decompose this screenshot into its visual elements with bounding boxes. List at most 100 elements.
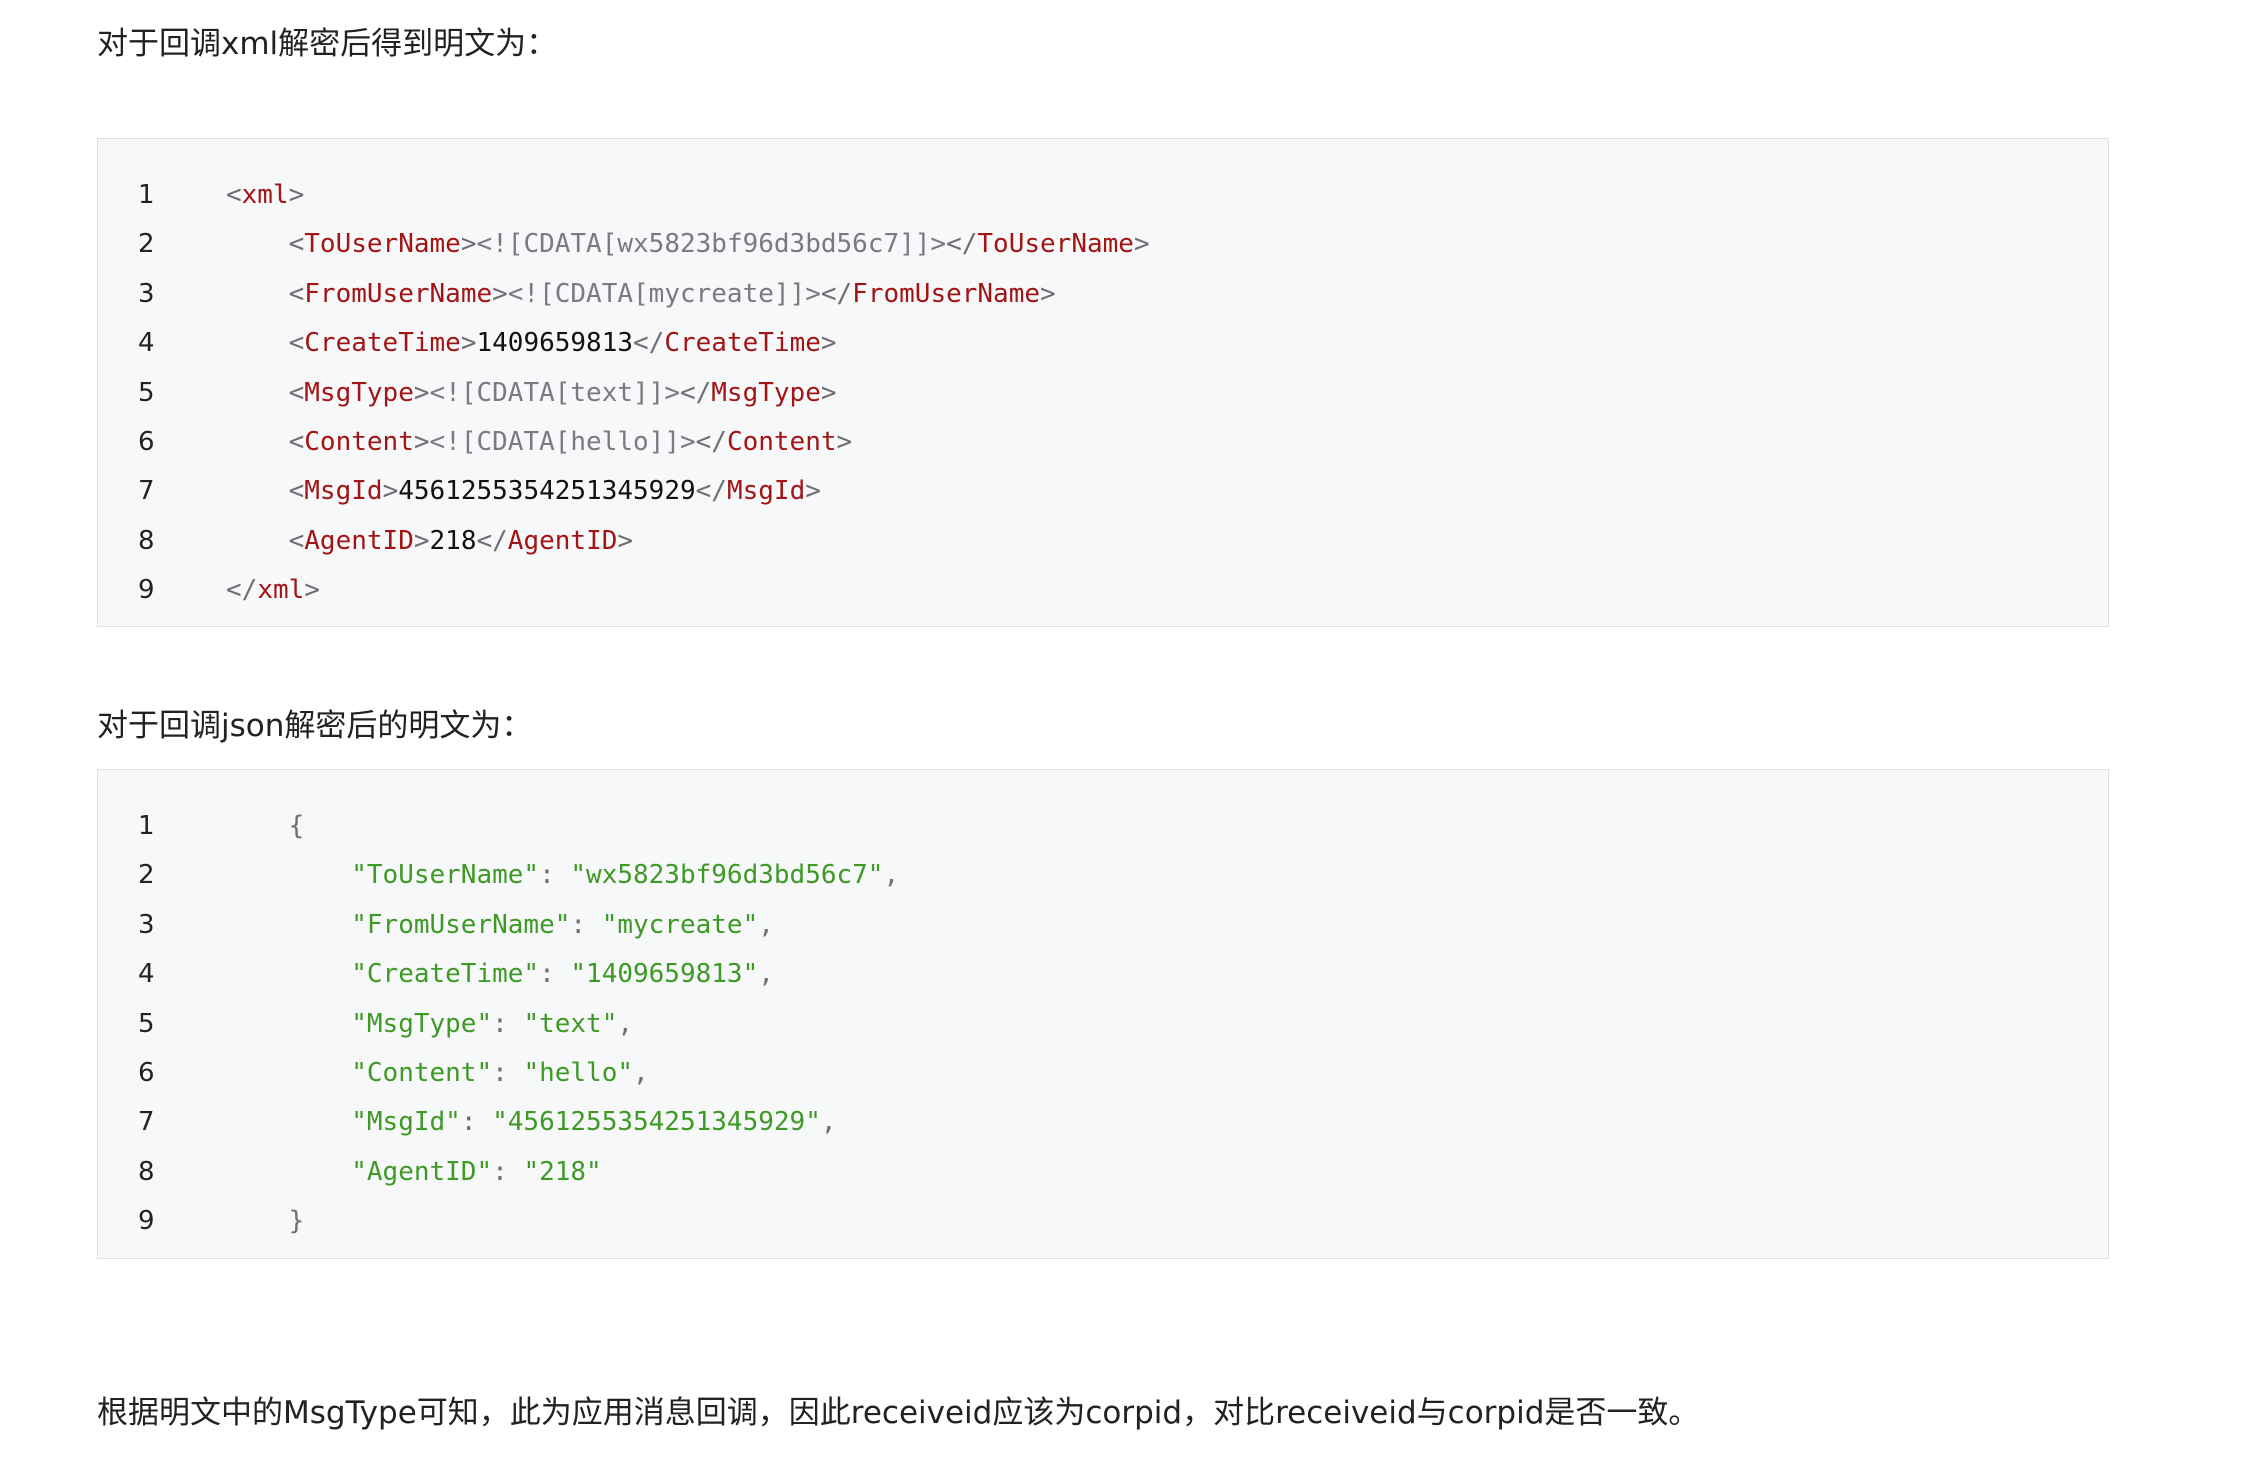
code-token: < — [288, 377, 305, 408]
code-token: > — [413, 426, 430, 457]
line-number: 1 — [138, 180, 155, 210]
code-token: : — [492, 1008, 524, 1039]
code-token: , — [758, 909, 774, 940]
code-token: > — [492, 278, 508, 309]
code-token: "mycreate" — [601, 909, 759, 940]
code-text: "FromUserName": "mycreate", — [226, 901, 774, 950]
code-token: < — [288, 426, 305, 457]
code-text: </xml> — [226, 566, 320, 615]
xml-code-lines: 1 <xml> 2 <ToUserName><![CDATA[wx5823bf96d… — [98, 171, 2108, 616]
code-token: > — [460, 328, 477, 359]
code-token: , — [617, 1008, 634, 1039]
line-number: 5 — [138, 377, 155, 408]
code-token: <![CDATA[hello]]> — [429, 426, 696, 457]
code-token: > — [413, 525, 430, 556]
code-text: <Content><![CDATA[hello]]></Content> — [226, 418, 853, 467]
code-token: > — [836, 426, 853, 457]
line-number: 5 — [138, 1008, 155, 1039]
code-token: ToUserName — [304, 229, 461, 260]
code-token: MsgType — [304, 377, 414, 408]
code-text: { — [226, 802, 305, 851]
code-token: </ — [679, 377, 712, 408]
code-line: 1 <xml> — [98, 171, 2108, 220]
code-token: , — [883, 860, 900, 891]
code-text: "Content": "hello", — [226, 1049, 648, 1098]
code-line: 6 "Content": "hello", — [98, 1049, 2108, 1098]
code-token: > — [288, 180, 305, 210]
code-token: FromUserName — [852, 278, 1041, 309]
code-token: : — [460, 1107, 493, 1138]
code-line: 3 <FromUserName><![CDATA[mycreate]]></Fr… — [98, 270, 2108, 319]
line-number: 3 — [138, 278, 155, 309]
code-token: "CreateTime" — [351, 959, 540, 990]
line-number: 4 — [138, 328, 155, 359]
code-token: <![CDATA[wx5823bf96d3bd56c7]]> — [476, 229, 947, 260]
code-line: 4 "CreateTime": "1409659813", — [98, 950, 2108, 999]
conclusion-text: 根据明文中的MsgType可知，此为应用消息回调，因此receiveid应该为c… — [97, 1395, 1700, 1431]
code-token: <![CDATA[text]]> — [429, 377, 680, 408]
line-number: 7 — [138, 476, 155, 507]
code-text: "ToUserName": "wx5823bf96d3bd56c7", — [226, 851, 899, 900]
code-token: "text" — [523, 1008, 618, 1039]
line-number: 9 — [138, 1206, 155, 1237]
code-token: MsgType — [711, 377, 821, 408]
code-line: 5 <MsgType><![CDATA[text]]></MsgType> — [98, 369, 2108, 418]
code-text: "AgentID": "218" — [226, 1148, 602, 1197]
code-line: 5 "MsgType": "text", — [98, 1000, 2108, 1049]
code-token: > — [617, 525, 634, 556]
line-number: 2 — [138, 860, 155, 891]
line-number: 9 — [138, 575, 155, 606]
code-token: "ToUserName" — [351, 860, 540, 891]
line-number: 1 — [138, 811, 155, 841]
code-line: 7 "MsgId": "4561255354251345929", — [98, 1098, 2108, 1147]
json-intro-text: 对于回调json解密后的明文为： — [97, 708, 533, 744]
code-token: Content — [726, 426, 837, 457]
code-token: "AgentID" — [351, 1156, 493, 1187]
code-token: xml — [257, 575, 305, 606]
code-line: 8 "AgentID": "218" — [98, 1148, 2108, 1197]
line-number: 8 — [138, 1156, 155, 1187]
code-token: Content — [304, 426, 414, 457]
code-line: 8 <AgentID>218</AgentID> — [98, 517, 2108, 566]
code-token: MsgId — [726, 476, 806, 507]
code-line: 4 <CreateTime>1409659813</CreateTime> — [98, 319, 2108, 368]
code-token: > — [805, 476, 821, 507]
line-number: 2 — [138, 229, 155, 260]
code-token: > — [820, 377, 837, 408]
code-line: 2 "ToUserName": "wx5823bf96d3bd56c7", — [98, 851, 2108, 900]
code-token: CreateTime — [664, 328, 821, 359]
xml-code-block: 1 <xml> 2 <ToUserName><![CDATA[wx5823bf96d… — [97, 138, 2109, 627]
code-token: FromUserName — [304, 278, 493, 309]
code-token: </ — [946, 229, 978, 260]
code-token: < — [288, 278, 305, 309]
code-token: < — [288, 229, 305, 260]
code-token: "hello" — [523, 1057, 634, 1088]
code-line: 6 <Content><![CDATA[hello]]></Content> — [98, 418, 2108, 467]
code-token: > — [460, 229, 477, 260]
code-token: </ — [476, 525, 508, 556]
code-token: </ — [820, 278, 853, 309]
code-token: "218" — [523, 1156, 602, 1187]
code-token: > — [1133, 229, 1150, 260]
code-text: "CreateTime": "1409659813", — [226, 950, 774, 999]
code-token: , — [758, 959, 774, 990]
code-token: , — [820, 1107, 837, 1138]
code-token: "wx5823bf96d3bd56c7" — [570, 860, 884, 891]
code-token: : — [492, 1057, 524, 1088]
code-text: <FromUserName><![CDATA[mycreate]]></From… — [226, 270, 1056, 319]
code-token: : — [539, 860, 571, 891]
code-token: AgentID — [304, 525, 414, 556]
code-line: 9 </xml> — [98, 566, 2108, 615]
